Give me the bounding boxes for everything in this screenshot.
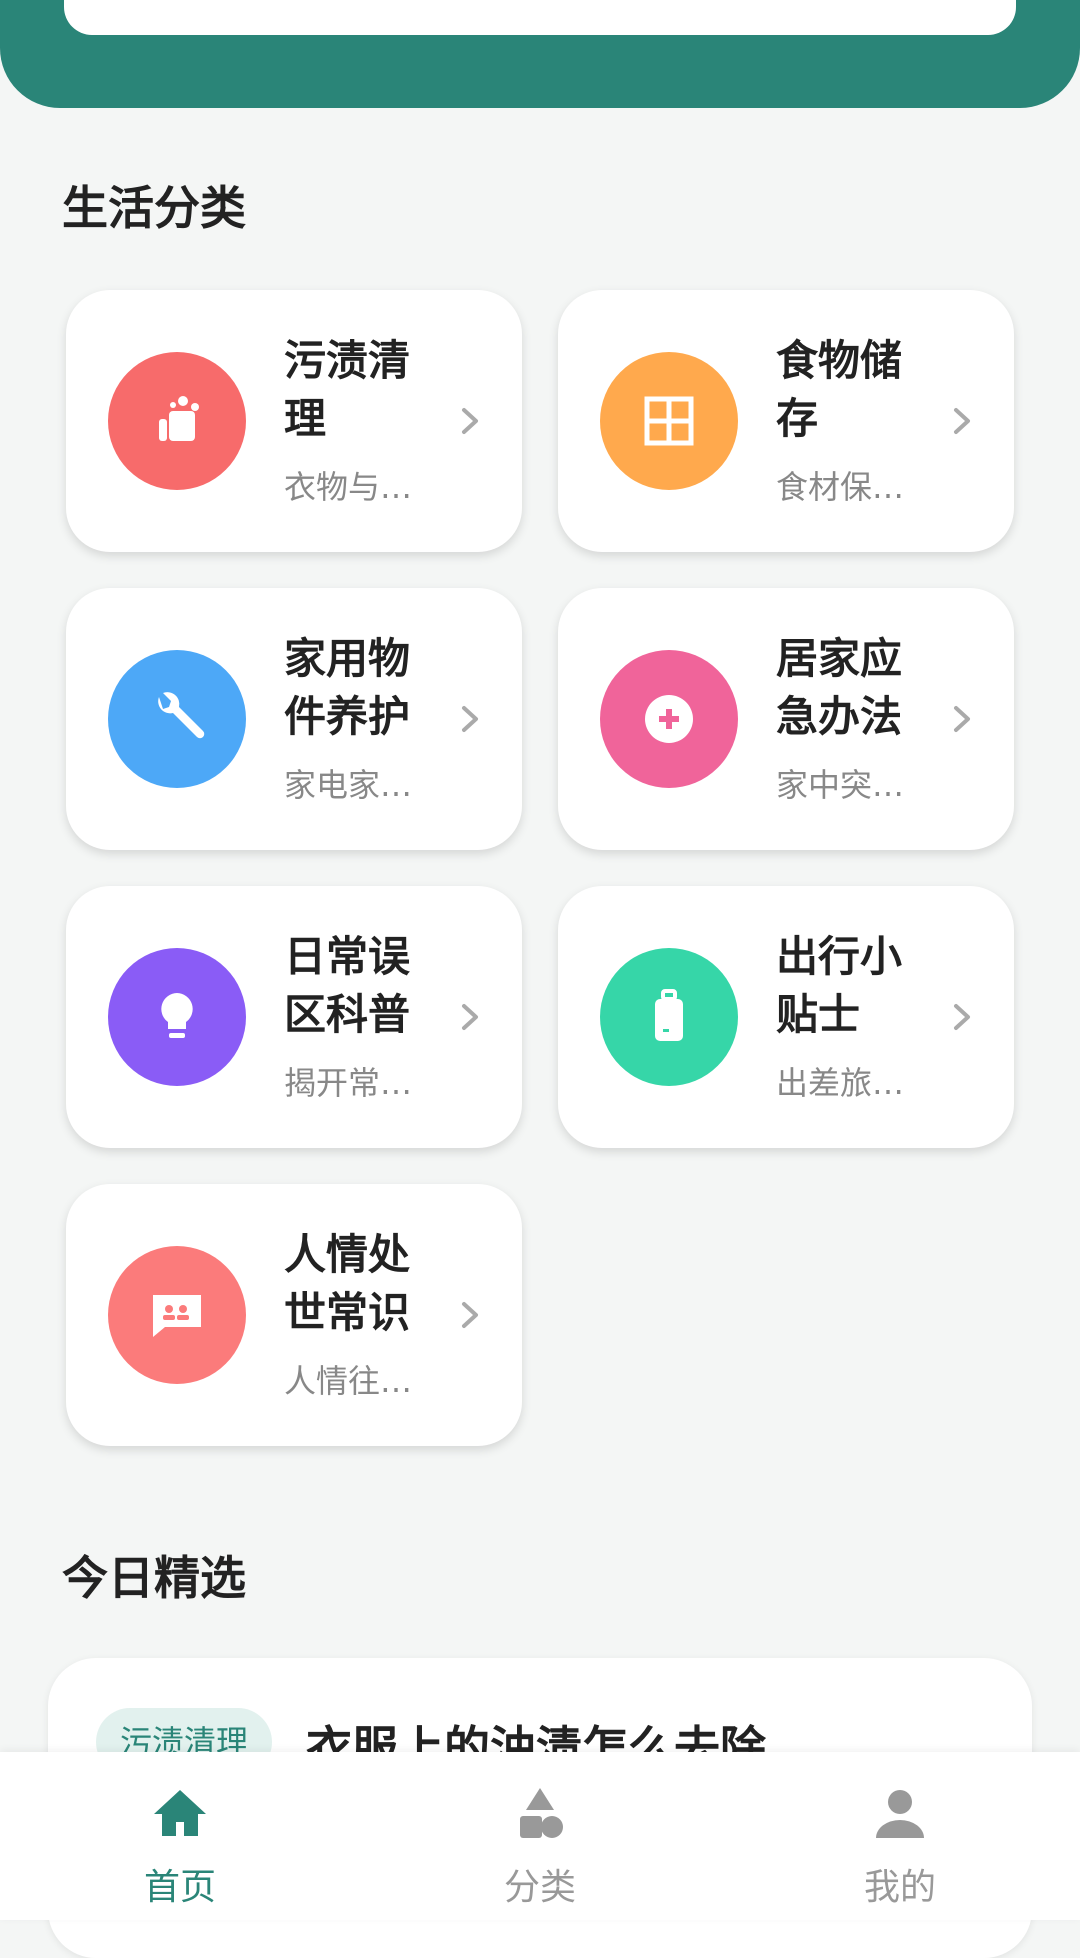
luggage-icon (600, 948, 738, 1086)
section-title-featured: 今日精选 (62, 1551, 246, 1605)
category-title: 居家应急办法 (776, 634, 903, 741)
category-card-household[interactable]: 家用物件养护 家电家… (66, 588, 522, 850)
category-card-stain[interactable]: 污渍清理 衣物与… (66, 290, 522, 552)
chevron-right-icon (450, 696, 490, 742)
wrench-icon (108, 650, 246, 788)
category-card-emergency[interactable]: 居家应急办法 家中突… (558, 588, 1014, 850)
section-title-categories: 生活分类 (62, 181, 246, 235)
lightbulb-icon (108, 948, 246, 1086)
category-subtitle: 食材保… (776, 468, 905, 506)
tab-label-home: 首页 (143, 1867, 216, 1908)
storage-grid-icon (600, 352, 738, 490)
category-title: 污渍清理 (284, 336, 411, 443)
first-aid-icon (600, 650, 738, 788)
category-subtitle: 人情往… (284, 1362, 413, 1400)
user-icon (876, 1790, 924, 1838)
category-title: 出行小贴士 (776, 932, 903, 1039)
category-subtitle: 衣物与… (284, 468, 413, 506)
chevron-right-icon (450, 994, 490, 1040)
chevron-right-icon (450, 1292, 490, 1338)
category-title: 食物储存 (776, 336, 903, 443)
chat-people-icon (108, 1246, 246, 1384)
category-card-social[interactable]: 人情处世常识 人情往… (66, 1184, 522, 1446)
chevron-right-icon (942, 696, 982, 742)
category-shapes-icon (520, 1788, 563, 1838)
category-subtitle: 家中突… (776, 766, 905, 804)
bottom-tab-bar: 首页 分类 我的 (0, 1752, 1080, 1920)
home-icon (154, 1790, 206, 1836)
chevron-right-icon (942, 994, 982, 1040)
tab-mine[interactable]: 我的 (800, 1752, 1000, 1920)
category-card-travel[interactable]: 出行小贴士 出差旅… (558, 886, 1014, 1148)
header-banner (0, 0, 1080, 108)
tab-label-mine: 我的 (863, 1867, 936, 1908)
stain-clean-icon (108, 352, 246, 490)
chevron-right-icon (942, 398, 982, 444)
category-title: 人情处世常识 (284, 1230, 411, 1337)
category-card-myths[interactable]: 日常误区科普 揭开常… (66, 886, 522, 1148)
search-card[interactable] (64, 0, 1016, 35)
category-subtitle: 家电家… (284, 766, 413, 804)
chevron-right-icon (450, 398, 490, 444)
tab-category[interactable]: 分类 (440, 1752, 640, 1920)
tab-label-category: 分类 (503, 1867, 576, 1908)
category-card-food[interactable]: 食物储存 食材保… (558, 290, 1014, 552)
category-title: 家用物件养护 (284, 634, 411, 741)
category-subtitle: 揭开常… (284, 1064, 413, 1102)
category-title: 日常误区科普 (284, 932, 411, 1039)
tab-home[interactable]: 首页 (80, 1752, 280, 1920)
category-subtitle: 出差旅… (776, 1064, 905, 1102)
